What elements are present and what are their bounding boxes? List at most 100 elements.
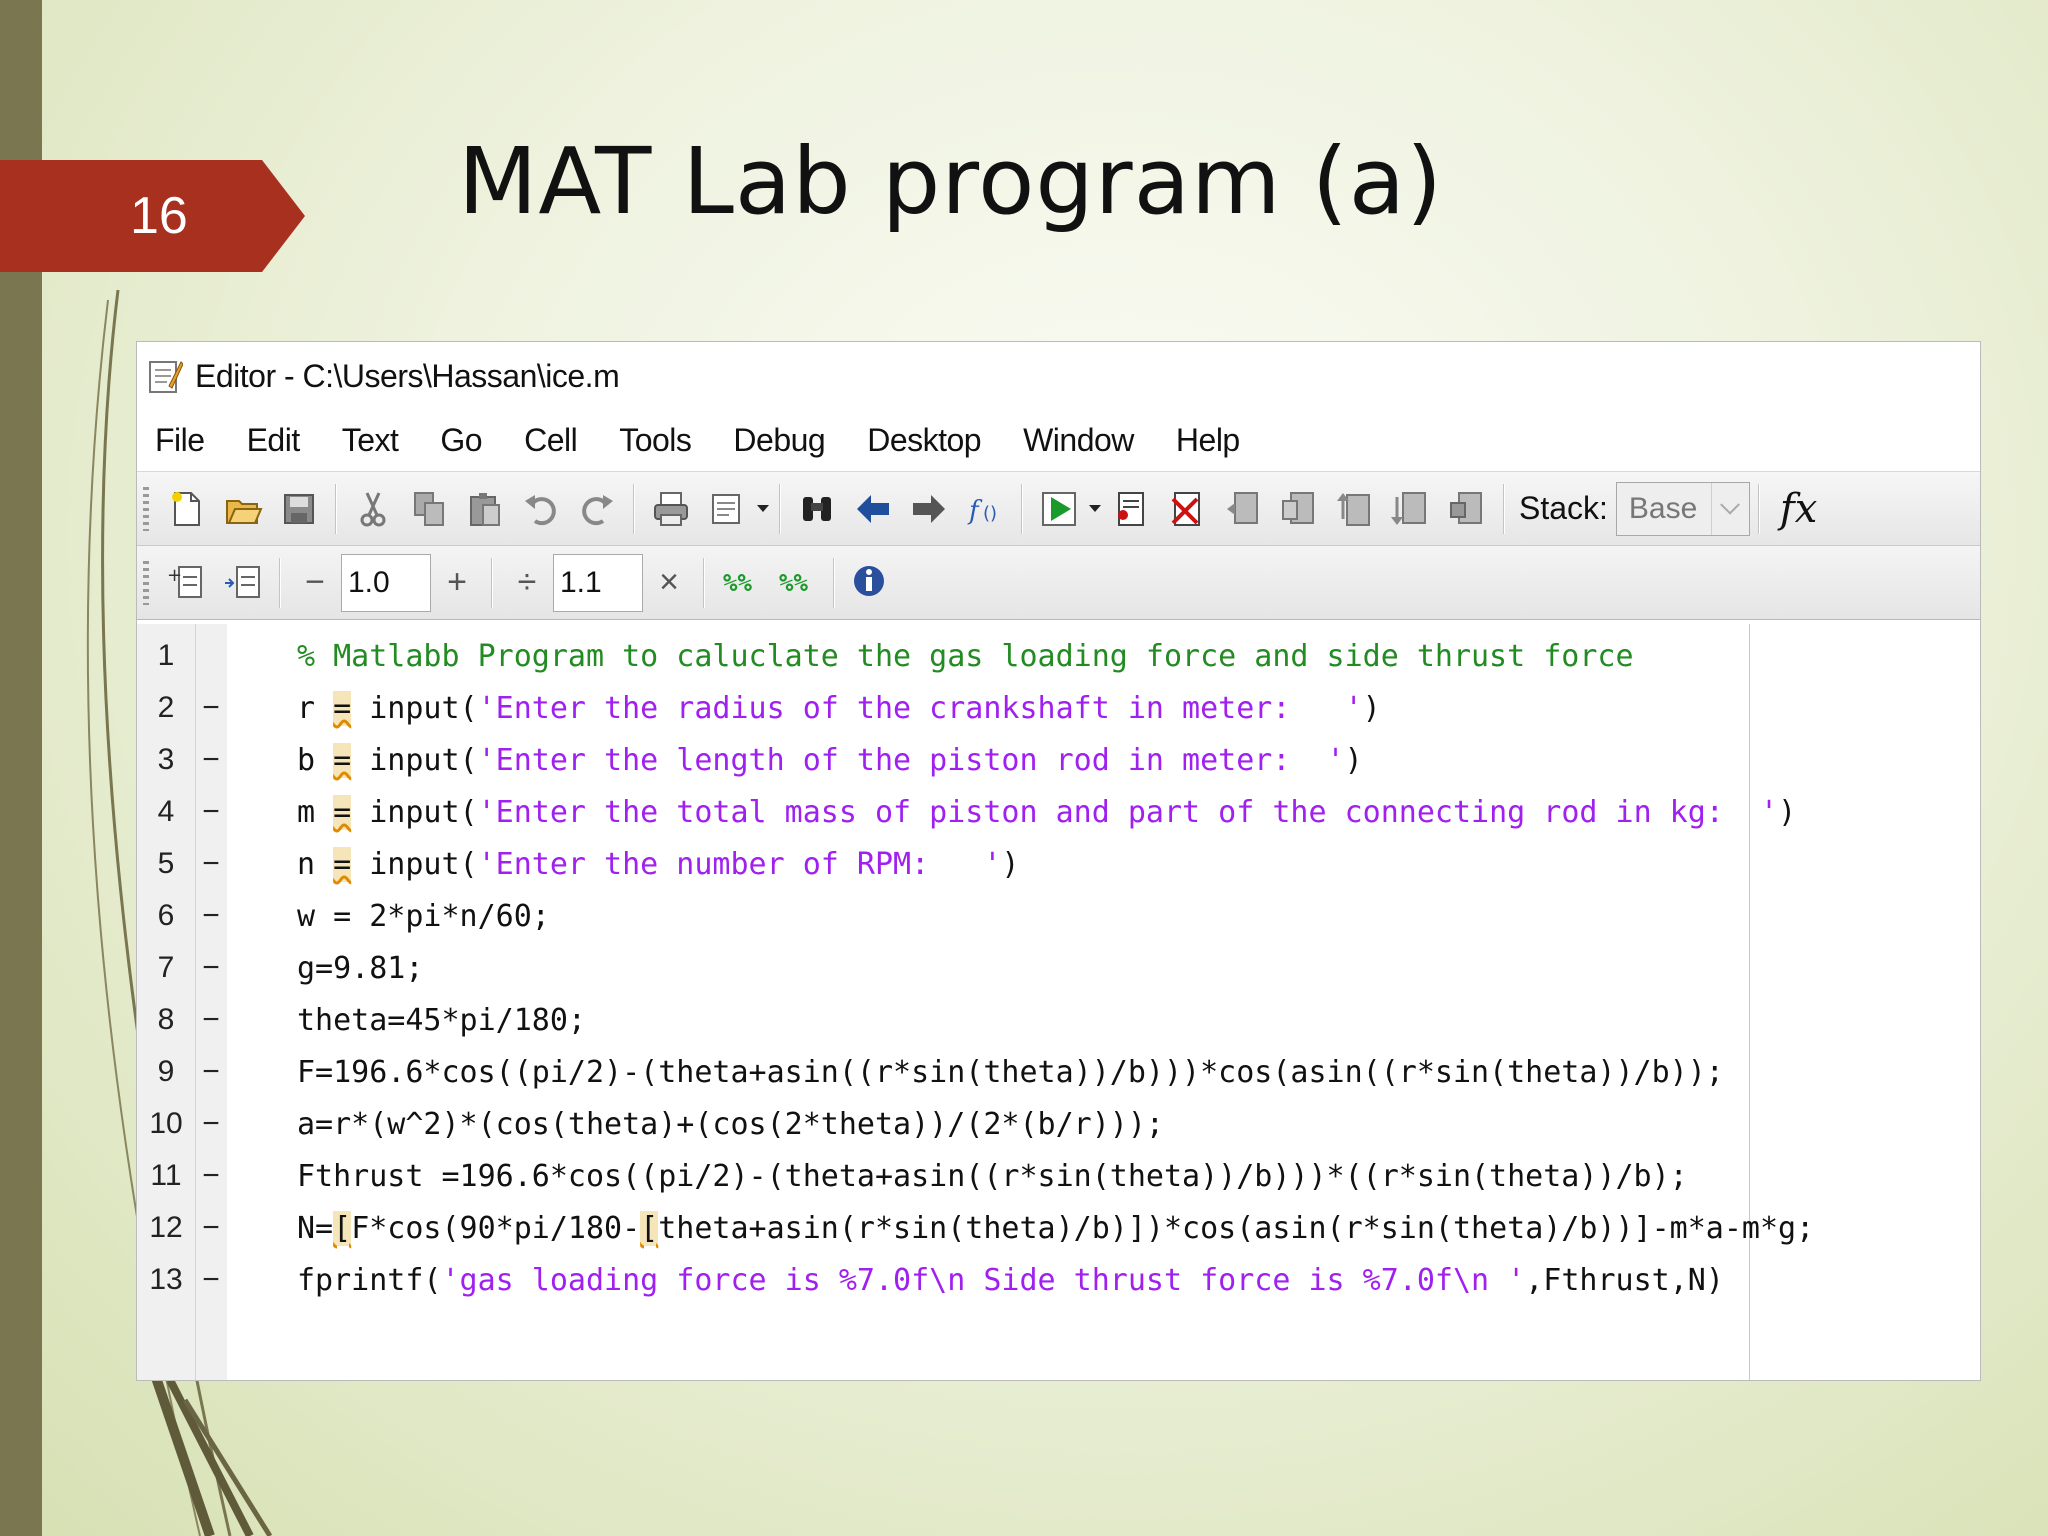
code-token: m	[297, 794, 334, 830]
main-toolbar: f() Stack: Base fx	[137, 472, 1980, 546]
menu-file[interactable]: File	[155, 422, 205, 459]
code-line[interactable]: 1 % Matlabb Program to caluclate the gas …	[137, 630, 1980, 682]
svg-text:%%: %%	[779, 569, 808, 597]
menu-edit[interactable]: Edit	[247, 422, 301, 459]
code-line[interactable]: 12− N=[F*cos(90*pi/180-[theta+asin(r*sin(…	[137, 1202, 1980, 1254]
decrement-value-input[interactable]	[341, 553, 431, 612]
step-in-button[interactable]	[1276, 486, 1322, 532]
toolbar-separator	[833, 557, 835, 608]
exit-debug-button[interactable]	[1444, 486, 1490, 532]
arrow-right-icon	[913, 494, 945, 523]
evaluate-advance-button[interactable]: %%	[774, 560, 820, 606]
breakpoint-marker[interactable]: −	[195, 1263, 227, 1297]
code-text: a=r*(w^2)*(cos(theta)+(cos(2*theta))/(2*…	[297, 1107, 1164, 1142]
menu-text[interactable]: Text	[342, 422, 399, 459]
toolbar-separator	[633, 483, 635, 534]
new-file-button[interactable]	[164, 486, 210, 532]
clear-breakpoints-button[interactable]	[1164, 486, 1210, 532]
breakpoint-marker[interactable]: −	[195, 951, 227, 985]
publish-button[interactable]	[704, 486, 750, 532]
editor-titlebar: Editor - C:\Users\Hassan\ice.m	[137, 342, 1980, 410]
forward-button[interactable]	[906, 486, 952, 532]
fx-button[interactable]: fx	[1780, 486, 1817, 532]
new-file-icon	[172, 491, 200, 526]
breakpoint-marker[interactable]: −	[195, 1107, 227, 1141]
help-info-button[interactable]	[848, 560, 894, 606]
step-out-button[interactable]	[1332, 486, 1378, 532]
breakpoint-marker[interactable]: −	[195, 1211, 227, 1245]
menu-cell[interactable]: Cell	[524, 422, 578, 459]
multiply-button[interactable]: ×	[649, 563, 689, 602]
back-button[interactable]	[850, 486, 896, 532]
breakpoint-marker[interactable]: −	[195, 743, 227, 777]
breakpoint-marker[interactable]: −	[195, 1055, 227, 1089]
print-button[interactable]	[648, 486, 694, 532]
cut-button[interactable]	[350, 486, 396, 532]
code-line[interactable]: 6− w = 2*pi*n/60;	[137, 890, 1980, 942]
stack-select[interactable]: Base	[1615, 481, 1750, 536]
info-icon	[854, 565, 884, 596]
breakpoint-marker[interactable]: −	[195, 899, 227, 933]
find-button[interactable]	[794, 486, 840, 532]
divide-value-input[interactable]	[553, 553, 643, 612]
code-line[interactable]: 7− g=9.81;	[137, 942, 1980, 994]
evaluate-cell-icon: %%	[723, 569, 752, 597]
breakpoint-marker[interactable]: −	[195, 795, 227, 829]
evaluate-cell-button[interactable]: %%	[718, 560, 764, 606]
function-browser-button[interactable]: f()	[962, 486, 1008, 532]
code-line[interactable]: 3− b = input('Enter the length of the pis…	[137, 734, 1980, 786]
menu-window[interactable]: Window	[1023, 422, 1134, 459]
code-warning: =	[333, 742, 352, 778]
breakpoint-marker[interactable]: −	[195, 691, 227, 725]
increment-button[interactable]: +	[437, 563, 477, 602]
breakpoint-marker[interactable]: −	[195, 1159, 227, 1193]
menu-debug[interactable]: Debug	[733, 422, 825, 459]
code-line[interactable]: 8− theta=45*pi/180;	[137, 994, 1980, 1046]
run-button[interactable]	[1036, 486, 1082, 532]
code-text: g=9.81;	[297, 951, 423, 986]
breakpoint-marker[interactable]: −	[195, 847, 227, 881]
continue-button[interactable]	[1388, 486, 1434, 532]
code-line[interactable]: 9− F=196.6*cos((pi/2)-(theta+asin((r*sin(…	[137, 1046, 1980, 1098]
arrow-left-icon	[857, 494, 889, 523]
step-button[interactable]	[1220, 486, 1266, 532]
code-text: N=[F*cos(90*pi/180-[theta+asin(r*sin(the…	[297, 1210, 1814, 1246]
redo-button[interactable]	[574, 486, 620, 532]
code-line[interactable]: 2− r = input('Enter the radius of the cra…	[137, 682, 1980, 734]
paste-button[interactable]	[462, 486, 508, 532]
line-number: 11	[150, 1159, 182, 1192]
slide-title: MAT Lab program (a)	[458, 128, 1443, 235]
code-line[interactable]: 13− fprintf('gas loading force is %7.0f\n…	[137, 1254, 1980, 1306]
code-token: g=9.81;	[297, 950, 424, 986]
code-line[interactable]: 4− m = input('Enter the total mass of pis…	[137, 786, 1980, 838]
code-line[interactable]: 5− n = input('Enter the number of RPM: ')	[137, 838, 1980, 890]
toolbar-grip	[143, 486, 149, 531]
set-breakpoint-button[interactable]	[1108, 486, 1154, 532]
exit-debug-icon	[1450, 491, 1482, 524]
matlab-editor-window: Editor - C:\Users\Hassan\ice.m File Edit…	[136, 341, 1981, 1381]
insert-cell-divider-button[interactable]: +	[164, 560, 210, 606]
undo-button[interactable]	[518, 486, 564, 532]
save-button[interactable]	[276, 486, 322, 532]
insert-cell-text-button[interactable]	[220, 560, 266, 606]
code-editor[interactable]: 1 % Matlabb Program to caluclate the gas …	[137, 624, 1980, 1380]
decrement-button[interactable]: −	[295, 563, 335, 602]
menu-go[interactable]: Go	[440, 422, 482, 459]
open-file-button[interactable]	[220, 486, 266, 532]
code-token: ,Fthrust,N)	[1525, 1262, 1724, 1298]
run-dropdown[interactable]	[1087, 486, 1103, 532]
code-text: m = input('Enter the total mass of pisto…	[297, 794, 1796, 830]
menu-tools[interactable]: Tools	[619, 422, 692, 459]
code-line[interactable]: 10− a=r*(w^2)*(cos(theta)+(cos(2*theta))/…	[137, 1098, 1980, 1150]
line-number: 3	[157, 743, 175, 776]
code-token: input(	[351, 690, 478, 726]
publish-dropdown[interactable]	[755, 486, 771, 532]
code-comment: % Matlabb Program to caluclate the gas l…	[297, 638, 1634, 674]
code-text: fprintf('gas loading force is %7.0f\n Si…	[297, 1263, 1724, 1298]
menu-desktop[interactable]: Desktop	[867, 422, 981, 459]
menu-help[interactable]: Help	[1176, 422, 1240, 459]
divide-button[interactable]: ÷	[507, 563, 547, 602]
copy-button[interactable]	[406, 486, 452, 532]
code-line[interactable]: 11− Fthrust =196.6*cos((pi/2)-(theta+asin…	[137, 1150, 1980, 1202]
breakpoint-marker[interactable]: −	[195, 1003, 227, 1037]
